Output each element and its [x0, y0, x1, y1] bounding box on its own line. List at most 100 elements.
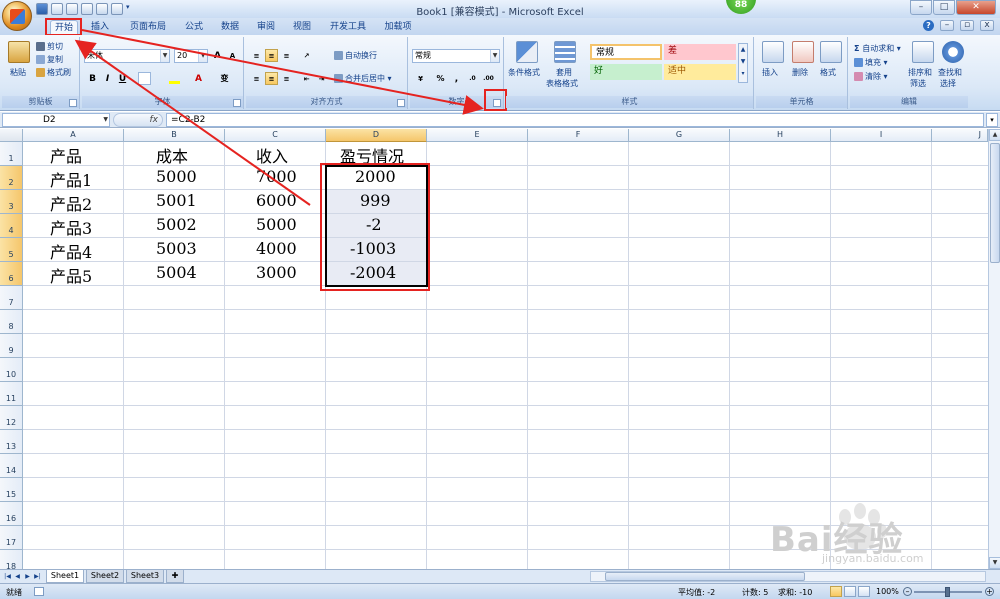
- conditional-format-icon[interactable]: [516, 41, 538, 63]
- autosum-button[interactable]: Σ 自动求和 ▾: [854, 43, 901, 54]
- ribbon-restore-button[interactable]: ▫: [960, 20, 974, 31]
- name-box[interactable]: D2 ▼: [2, 113, 110, 127]
- close-button[interactable]: ✕: [956, 0, 996, 15]
- cell-b6[interactable]: 5004: [156, 263, 197, 282]
- column-header-i[interactable]: I: [831, 129, 932, 142]
- vertical-scroll-thumb[interactable]: [990, 143, 1000, 263]
- cut-button[interactable]: 剪切: [36, 41, 63, 52]
- row-header-1[interactable]: 1: [0, 142, 23, 166]
- cell-a5[interactable]: 产品4: [50, 239, 92, 263]
- cell-a1[interactable]: 产品: [50, 143, 82, 167]
- next-sheet-icon[interactable]: ▶: [23, 571, 32, 582]
- cell-c6[interactable]: 3000: [256, 263, 297, 282]
- sort-filter-icon[interactable]: [912, 41, 934, 63]
- select-all-corner[interactable]: [0, 129, 23, 142]
- align-top-icon[interactable]: ≡: [250, 49, 263, 62]
- row-header-11[interactable]: 11: [0, 382, 23, 406]
- find-select-button-line2[interactable]: 选择: [940, 78, 956, 89]
- row-header-7[interactable]: 7: [0, 286, 23, 310]
- tab-page-layout[interactable]: 页面布局: [126, 20, 170, 35]
- cell-a4[interactable]: 产品3: [50, 215, 92, 239]
- clear-button[interactable]: 清除 ▾: [854, 71, 888, 82]
- bold-button[interactable]: B: [86, 72, 99, 85]
- row-header-10[interactable]: 10: [0, 358, 23, 382]
- cell-style-normal[interactable]: 常规: [590, 44, 662, 60]
- find-select-button-line1[interactable]: 查找和: [938, 67, 962, 78]
- font-size-select[interactable]: 20 ▼: [174, 49, 208, 63]
- format-cells-icon[interactable]: [820, 41, 842, 63]
- normal-view-icon[interactable]: [830, 586, 842, 597]
- scroll-up-icon[interactable]: ▲: [989, 129, 1000, 141]
- merge-center-button[interactable]: 合并后居中 ▾: [334, 73, 392, 84]
- align-bottom-icon[interactable]: ≡: [280, 49, 293, 62]
- cell-style-bad[interactable]: 差: [664, 44, 736, 60]
- row-header-9[interactable]: 9: [0, 334, 23, 358]
- column-header-h[interactable]: H: [730, 129, 831, 142]
- macro-record-icon[interactable]: [34, 587, 44, 596]
- tab-view[interactable]: 视图: [288, 20, 316, 35]
- delete-cells-button[interactable]: 删除: [792, 67, 808, 78]
- row-header-16[interactable]: 16: [0, 502, 23, 526]
- sort-filter-button-line2[interactable]: 筛选: [910, 78, 926, 89]
- italic-button[interactable]: I: [101, 72, 114, 85]
- tab-insert[interactable]: 插入: [86, 20, 114, 35]
- column-header-b[interactable]: B: [124, 129, 225, 142]
- office-button[interactable]: [2, 1, 32, 31]
- column-header-c[interactable]: C: [225, 129, 326, 142]
- last-sheet-icon[interactable]: ▶|: [33, 571, 42, 582]
- row-header-14[interactable]: 14: [0, 454, 23, 478]
- font-color-icon[interactable]: A: [192, 72, 205, 85]
- cell-a6[interactable]: 产品5: [50, 263, 92, 287]
- cell-style-neutral[interactable]: 适中: [664, 64, 736, 80]
- format-cells-button[interactable]: 格式: [820, 67, 836, 78]
- sheet-tab-3[interactable]: Sheet3: [126, 570, 164, 583]
- align-center-icon[interactable]: ≡: [265, 72, 278, 85]
- zoom-slider-thumb[interactable]: [945, 587, 950, 597]
- grow-font-button[interactable]: A: [211, 49, 224, 62]
- delete-cells-icon[interactable]: [792, 41, 814, 63]
- maximize-button[interactable]: □: [933, 0, 955, 15]
- font-name-select[interactable]: 宋体 ▼: [84, 49, 170, 63]
- cell-b4[interactable]: 5002: [156, 215, 197, 234]
- row-header-2[interactable]: 2: [0, 166, 23, 190]
- comma-button[interactable]: ,: [450, 72, 463, 85]
- sort-filter-button-line1[interactable]: 排序和: [908, 67, 932, 78]
- row-header-6[interactable]: 6: [0, 262, 23, 286]
- row-header-8[interactable]: 8: [0, 310, 23, 334]
- cell-c4[interactable]: 5000: [256, 215, 297, 234]
- format-painter-button[interactable]: 格式刷: [36, 67, 71, 78]
- percent-button[interactable]: %: [434, 72, 447, 85]
- minimize-button[interactable]: –: [910, 0, 932, 15]
- cell-c3[interactable]: 6000: [256, 191, 297, 210]
- row-header-18[interactable]: 18: [0, 550, 23, 569]
- ribbon-close-button[interactable]: x: [980, 20, 994, 31]
- fill-button[interactable]: 填充 ▾: [854, 57, 888, 68]
- shrink-font-button[interactable]: A: [226, 49, 239, 62]
- zoom-level[interactable]: 100%: [876, 587, 899, 596]
- conditional-format-button[interactable]: 条件格式: [508, 67, 540, 78]
- row-header-4[interactable]: 4: [0, 214, 23, 238]
- clipboard-launcher-button[interactable]: [69, 99, 77, 107]
- tab-review[interactable]: 审阅: [252, 20, 280, 35]
- border-icon[interactable]: [138, 72, 151, 85]
- column-header-f[interactable]: F: [528, 129, 629, 142]
- copy-button[interactable]: 复制: [36, 54, 63, 65]
- align-right-icon[interactable]: ≡: [280, 72, 293, 85]
- cell-c1[interactable]: 收入: [256, 143, 288, 167]
- row-header-15[interactable]: 15: [0, 478, 23, 502]
- column-header-e[interactable]: E: [427, 129, 528, 142]
- decrease-indent-icon[interactable]: ⇤: [300, 72, 313, 85]
- cell-b5[interactable]: 5003: [156, 239, 197, 258]
- zoom-in-icon[interactable]: +: [985, 587, 994, 596]
- zoom-out-icon[interactable]: –: [903, 587, 912, 596]
- cell-c2[interactable]: 7000: [256, 167, 297, 186]
- cell-b2[interactable]: 5000: [156, 167, 197, 186]
- table-format-button-line2[interactable]: 表格格式: [546, 78, 578, 89]
- row-header-3[interactable]: 3: [0, 190, 23, 214]
- prev-sheet-icon[interactable]: ◀: [13, 571, 22, 582]
- fill-color-icon[interactable]: [168, 72, 181, 85]
- table-format-button-line1[interactable]: 套用: [556, 67, 572, 78]
- tab-formulas[interactable]: 公式: [180, 20, 208, 35]
- ribbon-minimize-button[interactable]: –: [940, 20, 954, 31]
- insert-cells-icon[interactable]: [762, 41, 784, 63]
